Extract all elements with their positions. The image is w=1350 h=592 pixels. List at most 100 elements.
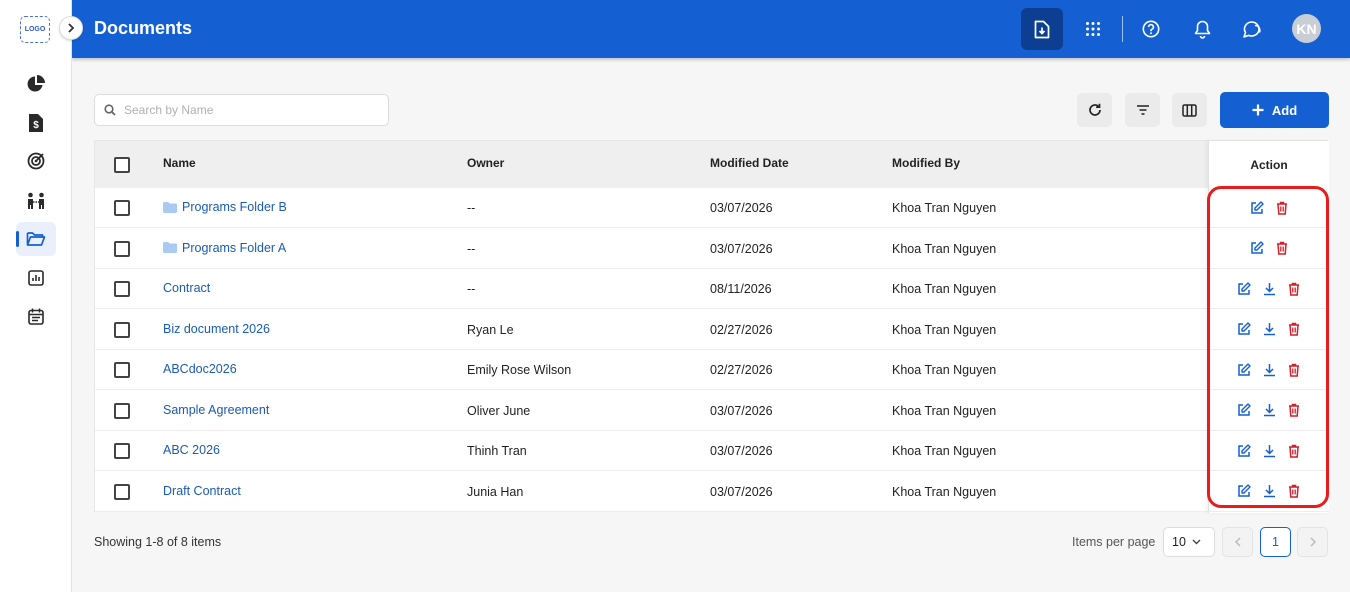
edit-button[interactable] <box>1237 484 1252 499</box>
import-document-button[interactable] <box>1021 8 1063 50</box>
download-icon <box>1263 323 1275 336</box>
table-row[interactable]: Programs Folder B -- 03/07/2026 Khoa Tran N… <box>95 188 1208 228</box>
row-checkbox[interactable] <box>114 240 130 257</box>
download-button[interactable] <box>1262 403 1277 418</box>
help-button[interactable] <box>1130 8 1172 50</box>
edit-icon <box>1238 484 1251 497</box>
table-row[interactable]: Draft Contract Junia Han 03/07/2026 Khoa Tr… <box>95 472 1208 512</box>
refresh-icon <box>1088 103 1101 116</box>
delete-button[interactable] <box>1287 443 1302 458</box>
avatar[interactable]: KN <box>1292 14 1321 43</box>
edit-icon <box>1238 403 1251 416</box>
action-cell <box>1209 472 1329 512</box>
document-name-link[interactable]: Programs Folder A <box>163 241 286 255</box>
sidebar-expand-button[interactable] <box>59 16 83 40</box>
delete-button[interactable] <box>1287 362 1302 377</box>
download-button[interactable] <box>1262 484 1277 499</box>
edit-button[interactable] <box>1249 241 1264 256</box>
download-button[interactable] <box>1262 281 1277 296</box>
delete-button[interactable] <box>1287 484 1302 499</box>
edit-icon <box>1238 362 1251 376</box>
table-row[interactable]: ABCdoc2026 Emily Rose Wilson 02/27/2026 Kho… <box>95 350 1208 390</box>
download-icon <box>1263 363 1275 376</box>
edit-icon <box>1238 322 1251 335</box>
apps-button[interactable] <box>1072 8 1114 50</box>
document-name-link[interactable]: Biz document 2026 <box>163 322 270 336</box>
edit-icon <box>1250 241 1264 254</box>
edit-button[interactable] <box>1237 281 1252 296</box>
folder-icon <box>163 201 177 213</box>
delete-button[interactable] <box>1274 241 1289 256</box>
select-all-checkbox[interactable] <box>114 157 130 173</box>
filter-button[interactable] <box>1125 93 1160 127</box>
items-per-page-select[interactable]: 10 <box>1163 527 1215 557</box>
modified-by-cell: Khoa Tran Nguyen <box>892 444 997 458</box>
table-row[interactable]: Programs Folder A -- 03/07/2026 Khoa Tran N… <box>95 229 1208 269</box>
edit-button[interactable] <box>1249 200 1264 215</box>
search-box[interactable] <box>94 94 389 126</box>
column-header-name[interactable]: Name <box>163 156 196 170</box>
download-icon <box>1263 444 1275 457</box>
edit-button[interactable] <box>1237 443 1252 458</box>
sidebar: LOGO $ <box>0 0 72 592</box>
row-checkbox[interactable] <box>114 321 130 338</box>
sidebar-item-finance[interactable]: $ <box>16 106 56 140</box>
refresh-button[interactable] <box>1077 93 1112 127</box>
document-name: Programs Folder A <box>182 240 287 255</box>
row-checkbox[interactable] <box>114 443 130 459</box>
table-row[interactable]: Sample Agreement Oliver June 03/07/2026 Kho… <box>95 391 1208 431</box>
prev-page-button[interactable] <box>1222 527 1253 557</box>
download-button[interactable] <box>1262 322 1277 337</box>
chevron-left-icon <box>1234 537 1241 547</box>
chat-button[interactable] <box>1231 8 1273 50</box>
row-checkbox[interactable] <box>114 483 130 500</box>
search-input[interactable] <box>124 103 374 117</box>
modified-by-cell: Khoa Tran Nguyen <box>892 484 997 499</box>
sidebar-item-people[interactable] <box>16 184 56 218</box>
edit-icon <box>1250 200 1264 214</box>
document-name-link[interactable]: ABCdoc2026 <box>163 362 237 376</box>
document-name-link[interactable]: Sample Agreement <box>163 403 269 417</box>
sidebar-item-dashboard[interactable] <box>16 67 56 101</box>
column-header-owner[interactable]: Owner <box>467 156 504 170</box>
folder-open-icon <box>26 232 46 246</box>
columns-button[interactable] <box>1172 93 1207 127</box>
sidebar-item-documents[interactable] <box>16 222 56 256</box>
page-button-current[interactable]: 1 <box>1260 527 1291 557</box>
document-name-link[interactable]: Programs Folder B <box>163 200 287 214</box>
delete-button[interactable] <box>1274 200 1289 215</box>
table-row[interactable]: ABC 2026 Thinh Tran 03/07/2026 Khoa Tran Ng… <box>95 431 1208 471</box>
document-name-link[interactable]: ABC 2026 <box>163 443 220 457</box>
row-checkbox[interactable] <box>114 200 130 216</box>
edit-button[interactable] <box>1237 403 1252 418</box>
trash-icon <box>1276 241 1287 255</box>
delete-button[interactable] <box>1287 322 1302 337</box>
top-bar: Documents KN <box>72 0 1350 58</box>
delete-button[interactable] <box>1287 281 1302 296</box>
sidebar-item-calendar[interactable] <box>16 299 56 333</box>
sidebar-item-goals[interactable] <box>16 144 56 178</box>
download-button[interactable] <box>1262 362 1277 377</box>
download-button[interactable] <box>1262 443 1277 458</box>
table-row[interactable]: Biz document 2026 Ryan Le 02/27/2026 Khoa T… <box>95 310 1208 350</box>
action-cell <box>1209 188 1329 228</box>
action-cell <box>1209 310 1329 350</box>
edit-button[interactable] <box>1237 362 1252 377</box>
column-header-modified-date[interactable]: Modified Date <box>710 156 789 170</box>
document-name-link[interactable]: Draft Contract <box>163 484 241 498</box>
add-button[interactable]: Add <box>1220 92 1329 128</box>
table-row[interactable]: Contract -- 08/11/2026 Khoa Tran Nguyen <box>95 269 1208 309</box>
column-header-modified-by[interactable]: Modified By <box>892 156 960 170</box>
row-checkbox[interactable] <box>114 402 130 419</box>
document-name: Biz document 2026 <box>163 321 271 336</box>
sidebar-item-reports[interactable] <box>16 261 56 295</box>
row-checkbox[interactable] <box>114 281 130 297</box>
edit-icon <box>1238 281 1251 295</box>
row-checkbox[interactable] <box>114 362 130 378</box>
notifications-button[interactable] <box>1181 8 1223 50</box>
edit-button[interactable] <box>1237 322 1252 337</box>
next-page-button[interactable] <box>1297 527 1328 557</box>
modified-by-cell: Khoa Tran Nguyen <box>892 363 997 377</box>
delete-button[interactable] <box>1287 403 1302 418</box>
document-name-link[interactable]: Contract <box>163 281 210 295</box>
